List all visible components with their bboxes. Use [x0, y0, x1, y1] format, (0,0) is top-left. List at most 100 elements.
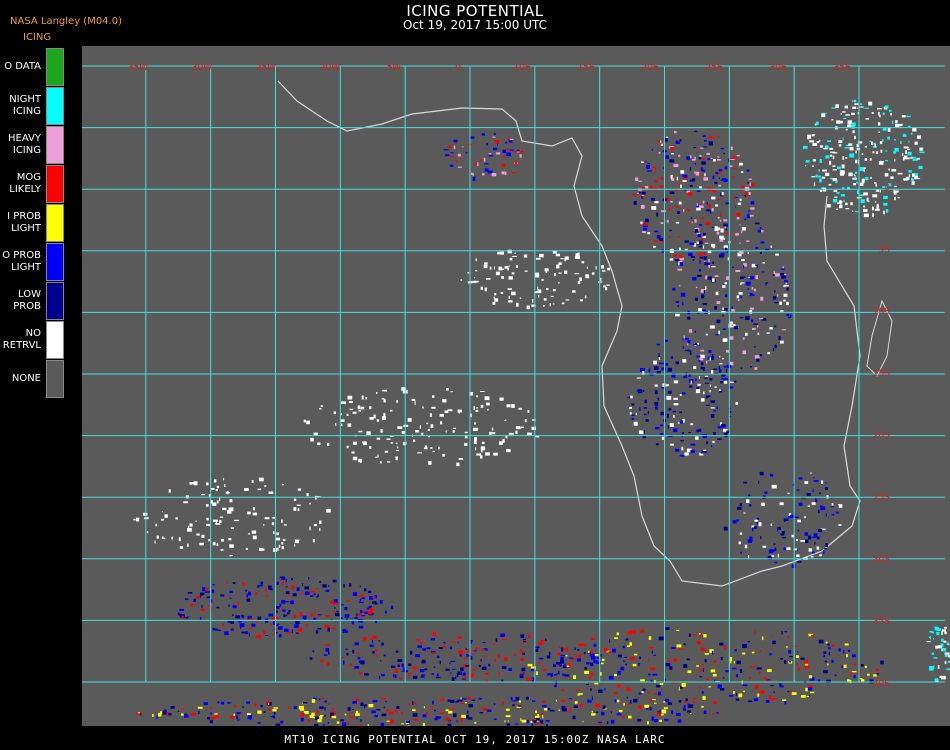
icing-pixel — [683, 664, 688, 668]
icing-pixel — [682, 338, 684, 341]
icing-pixel — [472, 668, 476, 671]
icing-pixel — [856, 181, 859, 184]
icing-pixel — [698, 360, 701, 362]
icing-pixel — [906, 115, 911, 118]
icing-pixel — [782, 537, 786, 539]
icing-pixel — [280, 720, 284, 724]
icing-pixel — [759, 354, 762, 357]
icing-pixel — [295, 620, 300, 625]
icing-pixel — [711, 226, 715, 228]
icing-pixel — [201, 534, 205, 539]
longitude-label: 10E — [513, 63, 530, 73]
icing-pixel — [699, 186, 702, 189]
icing-pixel — [760, 650, 762, 652]
icing-pixel — [829, 147, 833, 150]
icing-pixel — [389, 719, 395, 724]
icing-pixel — [735, 270, 741, 272]
icing-pixel — [277, 623, 280, 625]
icing-pixel — [642, 195, 645, 198]
icing-pixel — [841, 201, 843, 203]
icing-pixel — [814, 541, 816, 545]
icing-pixel — [742, 644, 748, 648]
icing-pixel — [764, 491, 768, 494]
icing-pixel — [521, 667, 526, 672]
icing-pixel — [423, 668, 428, 671]
icing-pixel — [364, 704, 367, 707]
icing-pixel — [273, 712, 276, 715]
icing-pixel — [538, 642, 543, 646]
icing-pixel — [522, 640, 526, 642]
icing-pixel — [888, 128, 890, 131]
icing-pixel — [718, 177, 720, 180]
icing-pixel — [718, 169, 723, 172]
icing-pixel — [254, 703, 258, 707]
icing-pixel — [731, 306, 733, 309]
icing-pixel — [774, 547, 777, 552]
icing-pixel — [614, 637, 618, 639]
icing-pixel — [849, 146, 854, 151]
icing-pixel — [442, 399, 447, 403]
icing-pixel — [710, 400, 715, 403]
icing-pixel — [511, 291, 516, 296]
icing-pixel — [843, 650, 845, 654]
icing-pixel — [723, 365, 727, 368]
icing-pixel — [730, 146, 733, 150]
icing-pixel — [742, 350, 747, 355]
icing-pixel — [317, 719, 322, 723]
icing-pixel — [717, 227, 721, 230]
icing-pixel — [678, 700, 682, 703]
icing-pixel — [728, 694, 734, 697]
icing-pixel — [787, 690, 790, 693]
icing-pixel — [652, 699, 656, 701]
icing-pixel — [856, 107, 859, 109]
icing-pixel — [612, 648, 616, 653]
icing-pixel — [447, 699, 451, 702]
icing-pixel — [179, 608, 184, 611]
icing-pixel — [735, 157, 738, 159]
icing-pixel — [762, 636, 764, 641]
icing-pixel — [343, 630, 349, 633]
icing-pixel — [453, 145, 456, 150]
legend-label: NIGHT ICING — [9, 94, 41, 117]
icing-pixel — [350, 712, 353, 715]
icing-pixel — [839, 172, 845, 176]
icing-pixel — [777, 553, 779, 558]
icing-pixel — [319, 408, 322, 410]
icing-pixel — [719, 355, 721, 358]
icing-pixel — [654, 401, 659, 406]
icing-pixel — [640, 221, 643, 225]
icing-pixel — [698, 252, 703, 256]
icing-pixel — [646, 165, 650, 169]
icing-pixel — [236, 712, 241, 715]
icing-pixel — [675, 313, 680, 317]
icing-pixel — [318, 614, 322, 616]
icing-pixel — [838, 200, 842, 204]
icing-pixel — [598, 721, 603, 724]
icing-pixel — [718, 370, 722, 373]
icing-pixel — [557, 652, 561, 656]
icing-pixel — [716, 231, 720, 235]
icing-pixel — [812, 143, 816, 146]
icing-pixel — [346, 722, 350, 725]
icing-pixel — [136, 517, 140, 522]
icing-pixel — [426, 647, 431, 650]
icing-pixel — [593, 659, 598, 663]
icing-pixel — [676, 205, 679, 208]
icing-pixel — [591, 656, 596, 660]
icing-pixel — [661, 210, 666, 213]
icing-pixel — [767, 352, 771, 355]
icing-pixel — [859, 194, 863, 197]
icing-pixel — [360, 702, 364, 706]
icing-pixel — [831, 107, 837, 109]
icing-pixel — [238, 620, 242, 623]
icing-pixel — [359, 598, 362, 602]
icing-pixel — [235, 615, 241, 619]
icing-pixel — [753, 323, 758, 325]
icing-pixel — [351, 621, 355, 625]
icing-pixel — [579, 277, 582, 282]
icing-pixel — [717, 684, 722, 689]
icing-pixel — [743, 481, 747, 484]
icing-pixel — [493, 452, 498, 456]
icing-pixel — [716, 406, 718, 410]
icing-pixel — [276, 624, 278, 626]
